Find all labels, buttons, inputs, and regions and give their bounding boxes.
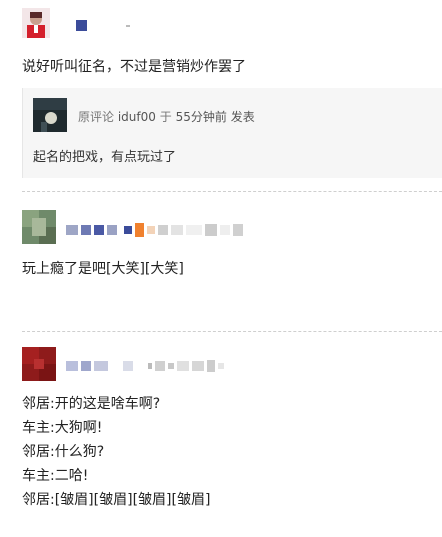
username-blurred[interactable]: [66, 223, 246, 237]
comment-divider: [22, 191, 442, 192]
quote-avatar[interactable]: [33, 98, 67, 132]
username-blurred[interactable]: [76, 20, 133, 31]
comment-text: 玩上瘾了是吧[大笑][大笑]: [22, 261, 184, 277]
avatar[interactable]: [22, 210, 56, 244]
quote-meta: 原评论 iduf00 于 55分钟前 发表: [78, 108, 255, 125]
comment-text: 说好听叫征名，不过是营销炒作罢了: [22, 59, 246, 75]
quote-source-label: 原评论: [78, 110, 115, 124]
avatar-image: [22, 210, 56, 244]
comment-divider: [22, 331, 442, 332]
quoted-comment: 原评论 iduf00 于 55分钟前 发表 起名的把戏，有点玩过了: [22, 88, 442, 178]
quote-user-link[interactable]: iduf00: [118, 110, 156, 124]
dialogue-line: 车主:二哈!: [22, 468, 89, 484]
quote-text: 起名的把戏，有点玩过了: [33, 150, 177, 165]
avatar-image: [22, 347, 56, 381]
dialogue-line: 车主:大狗啊!: [22, 420, 103, 436]
avatar-image: [22, 8, 50, 38]
quote-avatar-image: [33, 98, 67, 132]
dialogue-line: 邻居:[皱眉][皱眉][皱眉][皱眉]: [22, 492, 211, 508]
dialogue-line: 邻居:什么狗?: [22, 444, 105, 460]
dialogue-line: 邻居:开的这是啥车啊?: [22, 396, 161, 412]
avatar[interactable]: [22, 8, 50, 38]
quote-connector: 于: [159, 110, 172, 124]
avatar[interactable]: [22, 347, 56, 381]
quote-time: 55分钟前: [175, 110, 227, 124]
comment-body: 邻居:开的这是啥车啊? 车主:大狗啊! 邻居:什么狗? 车主:二哈! 邻居:[皱…: [22, 392, 210, 512]
quote-action: 发表: [230, 110, 255, 124]
username-blurred[interactable]: [66, 360, 227, 372]
